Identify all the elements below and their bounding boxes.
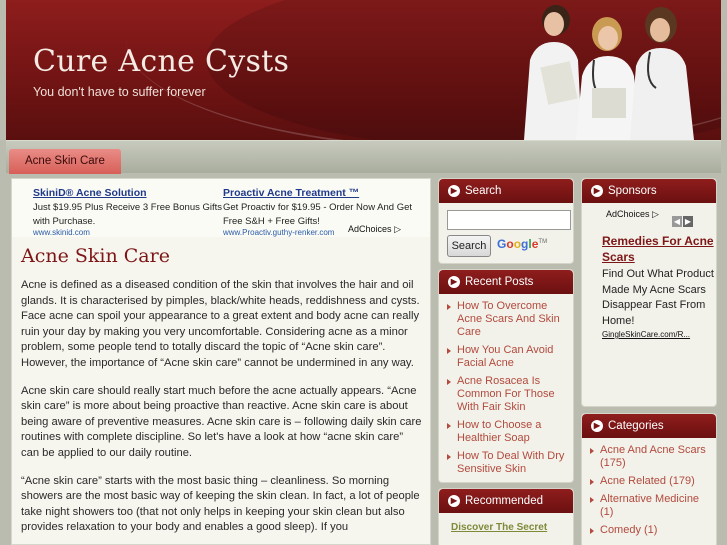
categories-list: Acne And Acne Scars (175) Acne Related (…: [582, 438, 716, 537]
main-content: SkiniD® Acne Solution Just $19.95 Plus R…: [11, 178, 431, 545]
widget-header: ▶ Search: [439, 179, 573, 203]
widget-header: ▶ Sponsors: [582, 179, 716, 203]
recent-posts-widget: ▶ Recent Posts How To Overcome Acne Scar…: [438, 269, 574, 483]
adchoices-link[interactable]: AdChoices ▷: [348, 224, 401, 235]
category-link[interactable]: Alternative Medicine (1): [590, 493, 708, 519]
widget-title: Sponsors: [608, 185, 657, 197]
sponsor-ad-text: Find Out What Product Made My Acne Scars…: [602, 268, 714, 327]
search-widget: ▶ Search Search GoogleTM: [438, 178, 574, 264]
categories-widget: ▶ Categories Acne And Acne Scars (175) A…: [581, 413, 717, 545]
arrow-right-icon: ▶: [448, 495, 460, 507]
widget-header: ▶ Categories: [582, 414, 716, 438]
recommended-widget: ▶ Recommended Discover The Secret: [438, 488, 574, 545]
recent-post-link[interactable]: How To Overcome Acne Scars And Skin Care: [447, 300, 565, 339]
google-logo: GoogleTM: [497, 237, 548, 251]
recent-post-link[interactable]: How To Deal With Dry Sensitive Skin: [447, 450, 565, 476]
adchoices-icon: ▷: [652, 209, 659, 219]
arrow-right-icon: ▶: [591, 185, 603, 197]
widget-header: ▶ Recommended: [439, 489, 573, 513]
ad-banner: SkiniD® Acne Solution Just $19.95 Plus R…: [12, 179, 430, 237]
widget-title: Recent Posts: [465, 276, 534, 288]
search-button[interactable]: Search: [447, 235, 491, 257]
chevron-left-icon[interactable]: ◀: [672, 216, 682, 227]
recommended-link[interactable]: Discover The Secret: [451, 522, 547, 533]
ad-unit[interactable]: SkiniD® Acne Solution Just $19.95 Plus R…: [33, 187, 223, 237]
recent-post-link[interactable]: How You Can Avoid Facial Acne: [447, 344, 565, 370]
site-tagline: You don't have to suffer forever: [33, 85, 206, 99]
widget-title: Categories: [608, 420, 664, 432]
chevron-right-icon[interactable]: ▶: [683, 216, 693, 227]
ad-url[interactable]: www.skinid.com: [33, 228, 223, 237]
ad-text: Just $19.95 Plus Receive 3 Free Bonus Gi…: [33, 202, 223, 227]
site-header: Cure Acne Cysts You don't have to suffer…: [6, 0, 721, 140]
adchoices-label: AdChoices: [606, 209, 650, 219]
ad-title[interactable]: SkiniD® Acne Solution: [33, 187, 223, 199]
widget-header: ▶ Recent Posts: [439, 270, 573, 294]
category-link[interactable]: Acne And Acne Scars (175): [590, 444, 708, 470]
sponsors-widget: ▶ Sponsors AdChoices ▷ ◀ ▶ Remedies For A…: [581, 178, 717, 407]
post-paragraph: “Acne skin care” starts with the most ba…: [21, 474, 420, 534]
category-link[interactable]: Acne Related (179): [590, 475, 708, 488]
post-body: Acne is defined as a diseased condition …: [21, 278, 424, 544]
post-paragraph: Acne is defined as a diseased condition …: [21, 279, 420, 369]
sponsor-ad-title[interactable]: Remedies For Acne Scars: [602, 233, 716, 265]
post-paragraph: Acne skin care should really start much …: [21, 384, 422, 459]
adchoices-link[interactable]: AdChoices ▷: [606, 209, 659, 220]
arrow-right-icon: ▶: [448, 276, 460, 288]
nav-tab-acne-skin-care[interactable]: Acne Skin Care: [9, 149, 121, 174]
recent-post-link[interactable]: Acne Rosacea Is Common For Those With Fa…: [447, 375, 565, 414]
widget-title: Search: [465, 185, 502, 197]
recent-post-link[interactable]: How to Choose a Healthier Soap: [447, 419, 565, 445]
adchoices-label: AdChoices: [348, 224, 392, 234]
doctors-photo: [524, 5, 694, 140]
category-link[interactable]: Comedy (1): [590, 524, 708, 537]
ad-nav-arrows: ◀ ▶: [672, 209, 694, 228]
site-title[interactable]: Cure Acne Cysts: [33, 44, 289, 79]
ad-title[interactable]: Proactiv Acne Treatment ™: [223, 187, 413, 199]
post-title: Acne Skin Care: [21, 245, 170, 267]
search-input[interactable]: [447, 210, 571, 230]
adchoices-icon: ▷: [394, 224, 401, 234]
sponsor-ad-url[interactable]: GingleSkinCare.com/R...: [602, 330, 716, 339]
recent-posts-list: How To Overcome Acne Scars And Skin Care…: [439, 294, 573, 476]
nav-bar: Acne Skin Care: [6, 140, 721, 174]
arrow-right-icon: ▶: [591, 420, 603, 432]
widget-title: Recommended: [465, 495, 543, 507]
sponsor-ad[interactable]: Remedies For Acne Scars Find Out What Pr…: [602, 233, 716, 339]
arrow-right-icon: ▶: [448, 185, 460, 197]
